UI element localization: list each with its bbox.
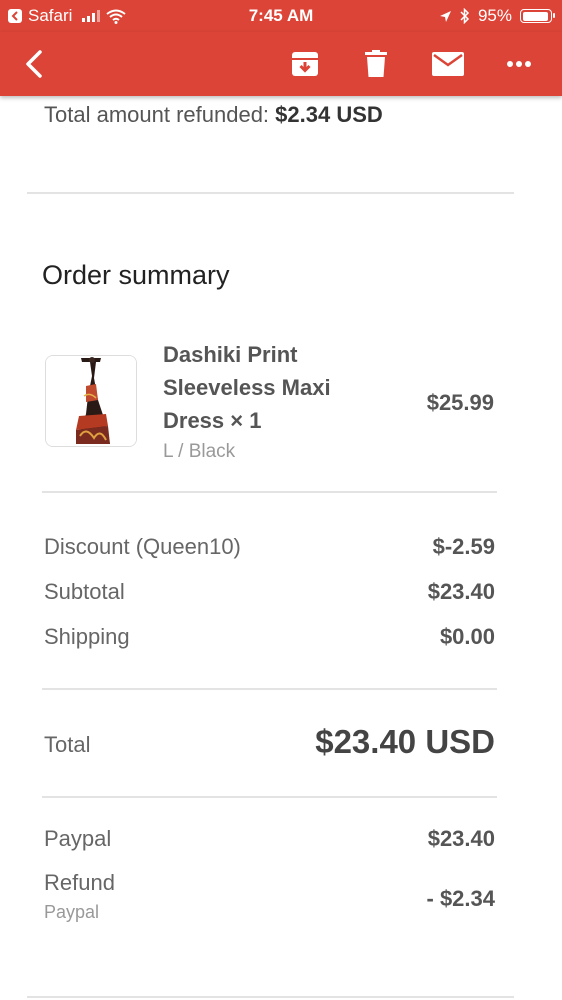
total-label: Total [44,732,91,757]
paypal-value: $23.40 [427,826,495,851]
product-thumbnail[interactable] [45,355,137,447]
total-value: $23.40 USD [315,723,495,760]
dress-image [46,356,136,446]
battery-level [522,11,549,21]
email-body: Total amount refunded: $2.34 USD Order s… [0,96,562,1000]
refund-method: Paypal [44,902,100,922]
battery-percent: 95% [477,6,512,25]
trash-icon [365,50,387,77]
bluetooth-icon [460,8,470,24]
status-bar: Safari 7:45 AM 95% [0,0,562,32]
archive-button[interactable] [285,44,325,84]
paypal-label: Paypal [44,826,112,851]
divider [42,796,497,798]
divider [42,491,497,493]
divider [27,996,514,998]
shipping-value: $0.00 [439,624,495,649]
item-variant: L / Black [163,441,236,462]
item-price: $25.99 [426,390,494,415]
back-arrow-icon [26,50,42,78]
total-refunded-amount: $2.34 USD [275,102,383,127]
divider [27,192,514,194]
divider [42,688,497,690]
location-icon [439,10,451,22]
refund-value: - $2.34 [426,886,496,911]
shipping-label: Shipping [44,624,130,649]
item-name: Dashiki Print Sleeveless Maxi Dress × 1 [163,342,331,433]
refund-label: Refund [44,870,115,895]
total-refunded: Total amount refunded: $2.34 USD [44,102,383,128]
battery-icon [520,9,555,23]
status-right: 95% [439,6,555,26]
discount-label: Discount (Queen10) [44,534,241,559]
back-button[interactable] [14,44,54,84]
delete-button[interactable] [356,44,396,84]
mark-unread-button[interactable] [428,44,468,84]
order-summary-title: Order summary [42,260,230,290]
mail-icon [432,52,464,76]
subtotal-value: $23.40 [427,579,495,604]
subtotal-label: Subtotal [44,579,125,604]
archive-icon [292,52,318,76]
more-icon [507,61,531,67]
total-refunded-label: Total amount refunded: [44,102,270,127]
discount-value: $-2.59 [432,534,495,559]
more-button[interactable] [499,44,539,84]
email-toolbar [0,32,562,96]
